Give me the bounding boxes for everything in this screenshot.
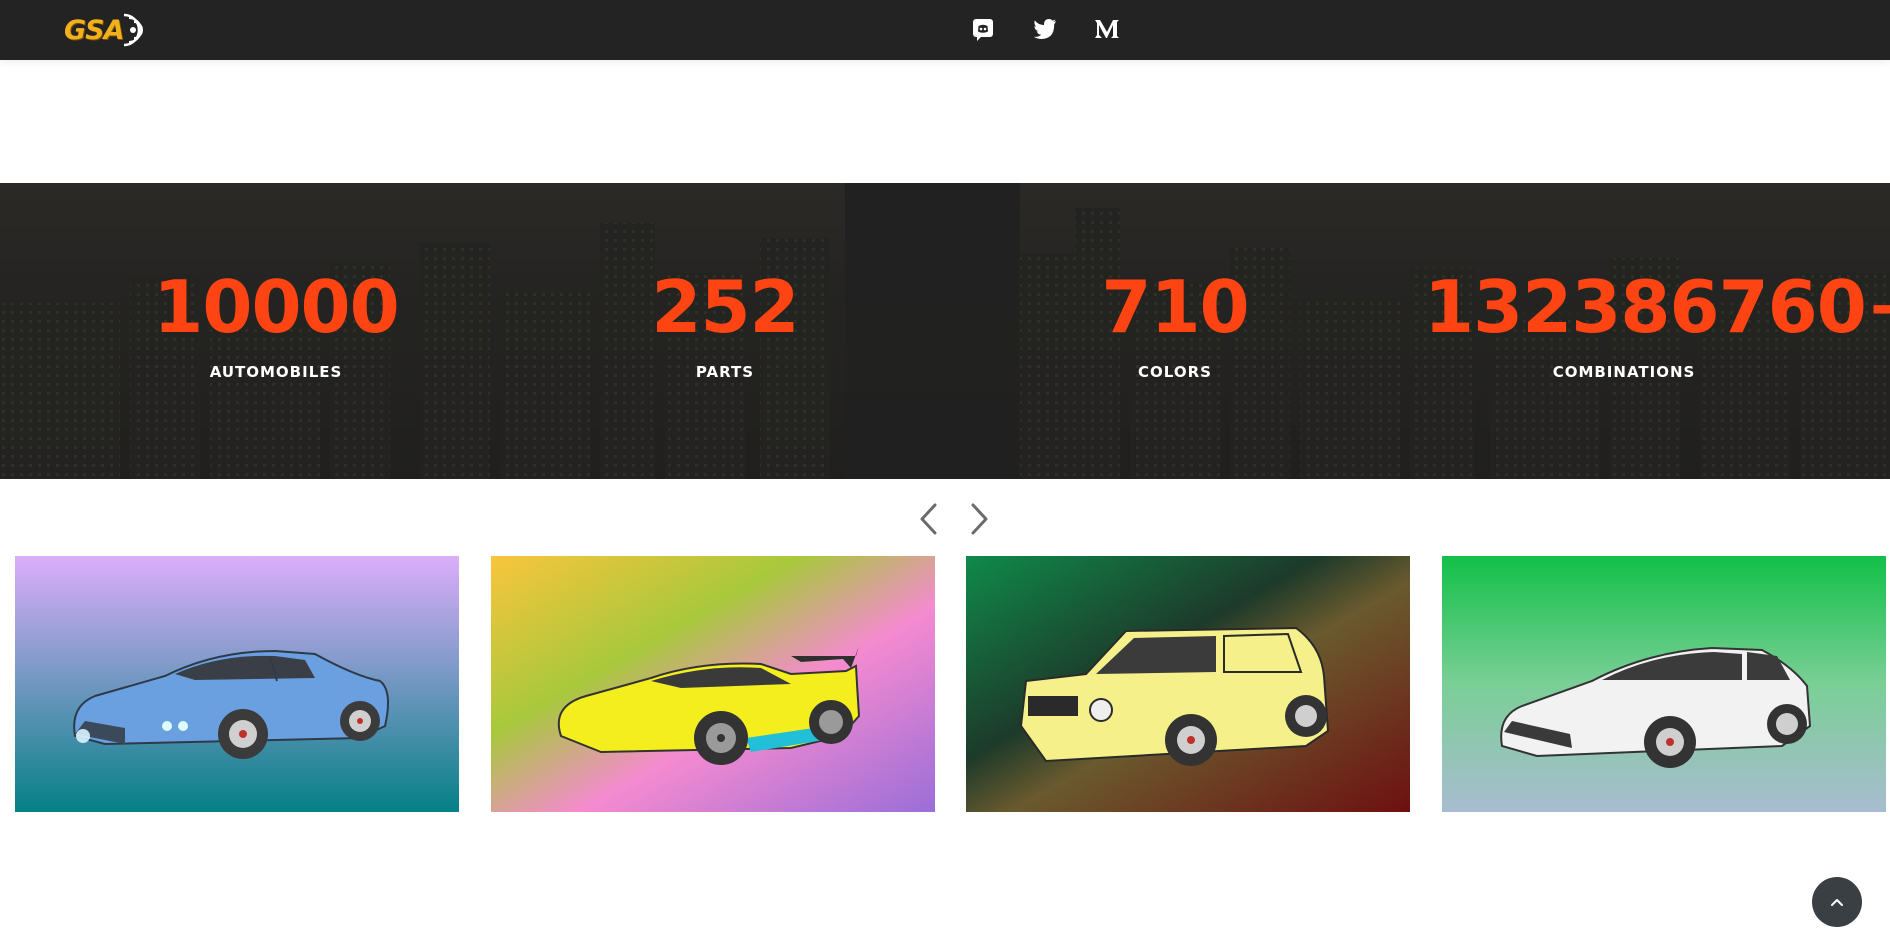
back-to-top-button[interactable]	[1812, 877, 1862, 927]
yellow-suv-image	[966, 556, 1410, 812]
medium-icon[interactable]	[1088, 10, 1126, 48]
car-card-4[interactable]	[1442, 556, 1886, 812]
top-navbar: GSA	[0, 0, 1890, 60]
carousel-prev-button[interactable]	[913, 502, 943, 536]
stats-banner: 10000 AUTOMOBILES 252 PARTS 710 COLORS 1…	[0, 183, 1890, 479]
stat-automobiles: 10000 AUTOMOBILES	[76, 271, 476, 381]
discord-icon[interactable]	[964, 10, 1002, 48]
carousel-next-button[interactable]	[965, 502, 995, 536]
site-logo[interactable]: GSA	[64, 9, 146, 51]
yellow-supercar-image	[491, 556, 935, 812]
stat-label: COMBINATIONS	[1552, 363, 1696, 381]
logo-text: GSA	[64, 14, 125, 46]
car-card-2[interactable]	[491, 556, 935, 812]
twitter-icon[interactable]	[1026, 10, 1064, 48]
stat-value: 10000	[153, 265, 400, 349]
stat-label: AUTOMOBILES	[209, 363, 343, 381]
blue-sedan-image	[15, 556, 459, 812]
stat-value: 252	[651, 265, 799, 349]
stat-parts: 252 PARTS	[525, 271, 925, 381]
social-links	[964, 10, 1126, 48]
chevron-left-icon	[920, 503, 937, 535]
stat-label: COLORS	[1138, 363, 1212, 381]
chevron-up-icon	[1831, 899, 1843, 906]
white-wagon-image	[1442, 556, 1886, 812]
logo-wheel-icon	[123, 13, 143, 47]
stat-combinations: 132386760+ COMBINATIONS	[1424, 265, 1890, 381]
chevron-right-icon	[971, 503, 988, 535]
stat-colors: 710 COLORS	[975, 271, 1375, 381]
car-card-1[interactable]	[15, 556, 459, 812]
stat-value: 132386760+	[1424, 265, 1890, 349]
stat-label: PARTS	[695, 363, 755, 381]
car-card-3[interactable]	[966, 556, 1410, 812]
stat-value: 710	[1101, 265, 1249, 349]
